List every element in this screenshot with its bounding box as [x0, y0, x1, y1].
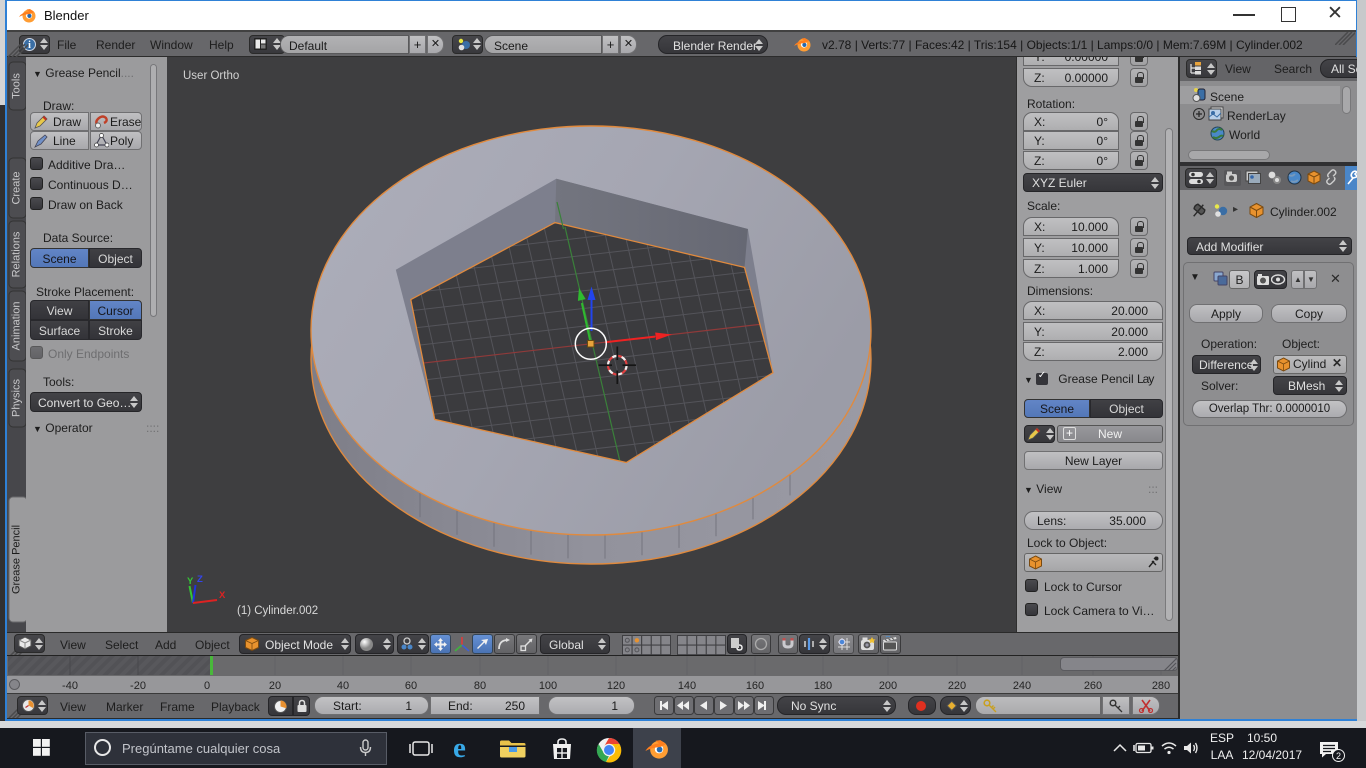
svg-text:120: 120 [607, 680, 625, 692]
svg-text:220: 220 [948, 680, 966, 692]
svg-text:Animation: Animation [11, 302, 23, 351]
svg-text:140: 140 [678, 680, 696, 692]
svg-text:i: i [28, 40, 31, 51]
svg-text:-40: -40 [62, 680, 78, 692]
svg-text:40: 40 [337, 680, 349, 692]
svg-text:(1) Cylinder.002: (1) Cylinder.002 [237, 605, 318, 617]
svg-text:160: 160 [746, 680, 764, 692]
svg-text:User Ortho: User Ortho [183, 70, 239, 82]
svg-text:280: 280 [1152, 680, 1170, 692]
svg-text:X: X [219, 590, 226, 601]
svg-text:Relations: Relations [11, 231, 23, 277]
svg-text:Create: Create [11, 171, 23, 204]
svg-text:-20: -20 [130, 680, 146, 692]
svg-text:Tools: Tools [11, 73, 23, 99]
svg-text:Grease Pencil: Grease Pencil [11, 525, 23, 594]
svg-text:0: 0 [204, 680, 210, 692]
svg-text:180: 180 [814, 680, 832, 692]
svg-text:200: 200 [879, 680, 897, 692]
svg-text:20: 20 [269, 680, 281, 692]
svg-text:60: 60 [405, 680, 417, 692]
svg-text:Y: Y [187, 576, 194, 587]
svg-text:Z: Z [197, 574, 203, 585]
svg-text:240: 240 [1013, 680, 1031, 692]
svg-text:Physics: Physics [11, 379, 23, 417]
svg-text:80: 80 [474, 680, 486, 692]
svg-text:100: 100 [539, 680, 557, 692]
svg-text:260: 260 [1084, 680, 1102, 692]
